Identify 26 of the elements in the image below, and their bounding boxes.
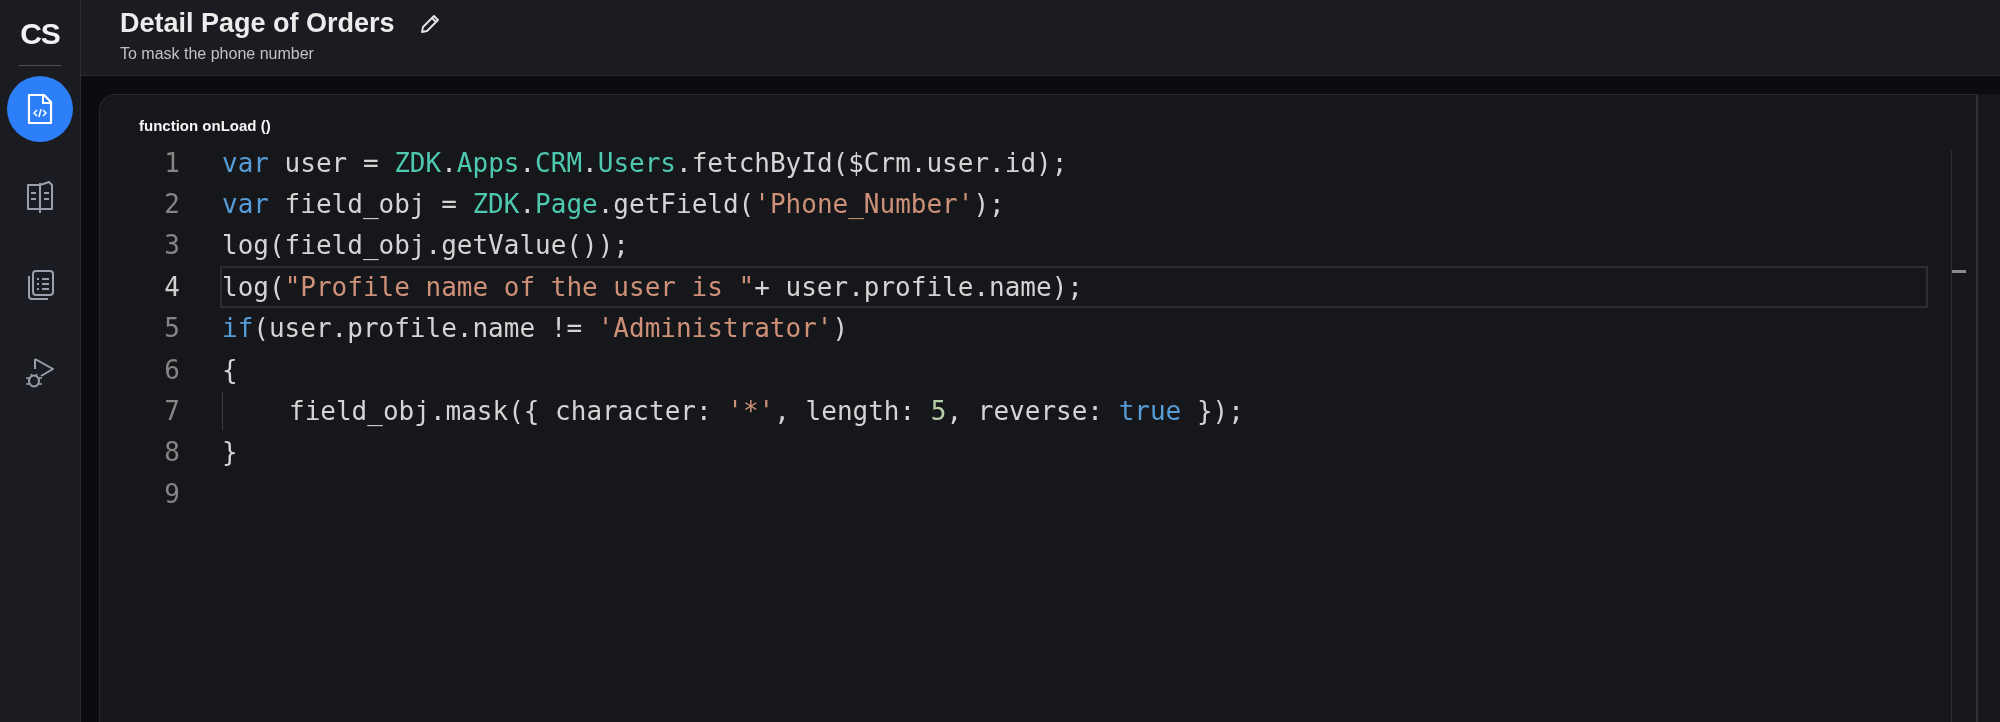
code-line: var user = ZDK.Apps.CRM.Users.fetchById($Crm.user.id); <box>222 147 1068 178</box>
book-icon <box>25 180 55 214</box>
line-number: 1 <box>163 147 181 178</box>
debug-run-icon <box>25 357 55 389</box>
code-line: log(field_obj.getValue()); <box>222 230 629 261</box>
line-number: 4 <box>163 271 181 302</box>
line-number: 7 <box>163 396 181 427</box>
code-file-icon <box>27 93 53 125</box>
page-title: Detail Page of Orders <box>120 8 395 39</box>
code-line: { <box>222 354 238 385</box>
code-line: var field_obj = ZDK.Page.getField('Phone_Number'); <box>222 189 1005 220</box>
logo: CS <box>20 17 60 51</box>
line-number: 6 <box>163 354 181 385</box>
function-label: function onLoad () <box>139 117 272 134</box>
code-line: } <box>222 437 238 468</box>
page-subtitle: To mask the phone number <box>120 45 315 63</box>
documents-icon <box>25 269 55 301</box>
edit-icon[interactable] <box>418 12 441 35</box>
code-line: field_obj.mask({ character: '*', length: 5, reverse: true }); <box>289 396 1244 427</box>
line-number: 3 <box>163 230 181 261</box>
line-number: 8 <box>163 437 181 468</box>
line-number: 9 <box>163 478 181 509</box>
code-line: log("Profile name of the user is "+ user.profile.name); <box>222 271 1083 302</box>
code-line: if(user.profile.name != 'Administrator') <box>222 313 849 344</box>
line-number: 5 <box>163 313 181 344</box>
line-number: 2 <box>163 189 181 220</box>
